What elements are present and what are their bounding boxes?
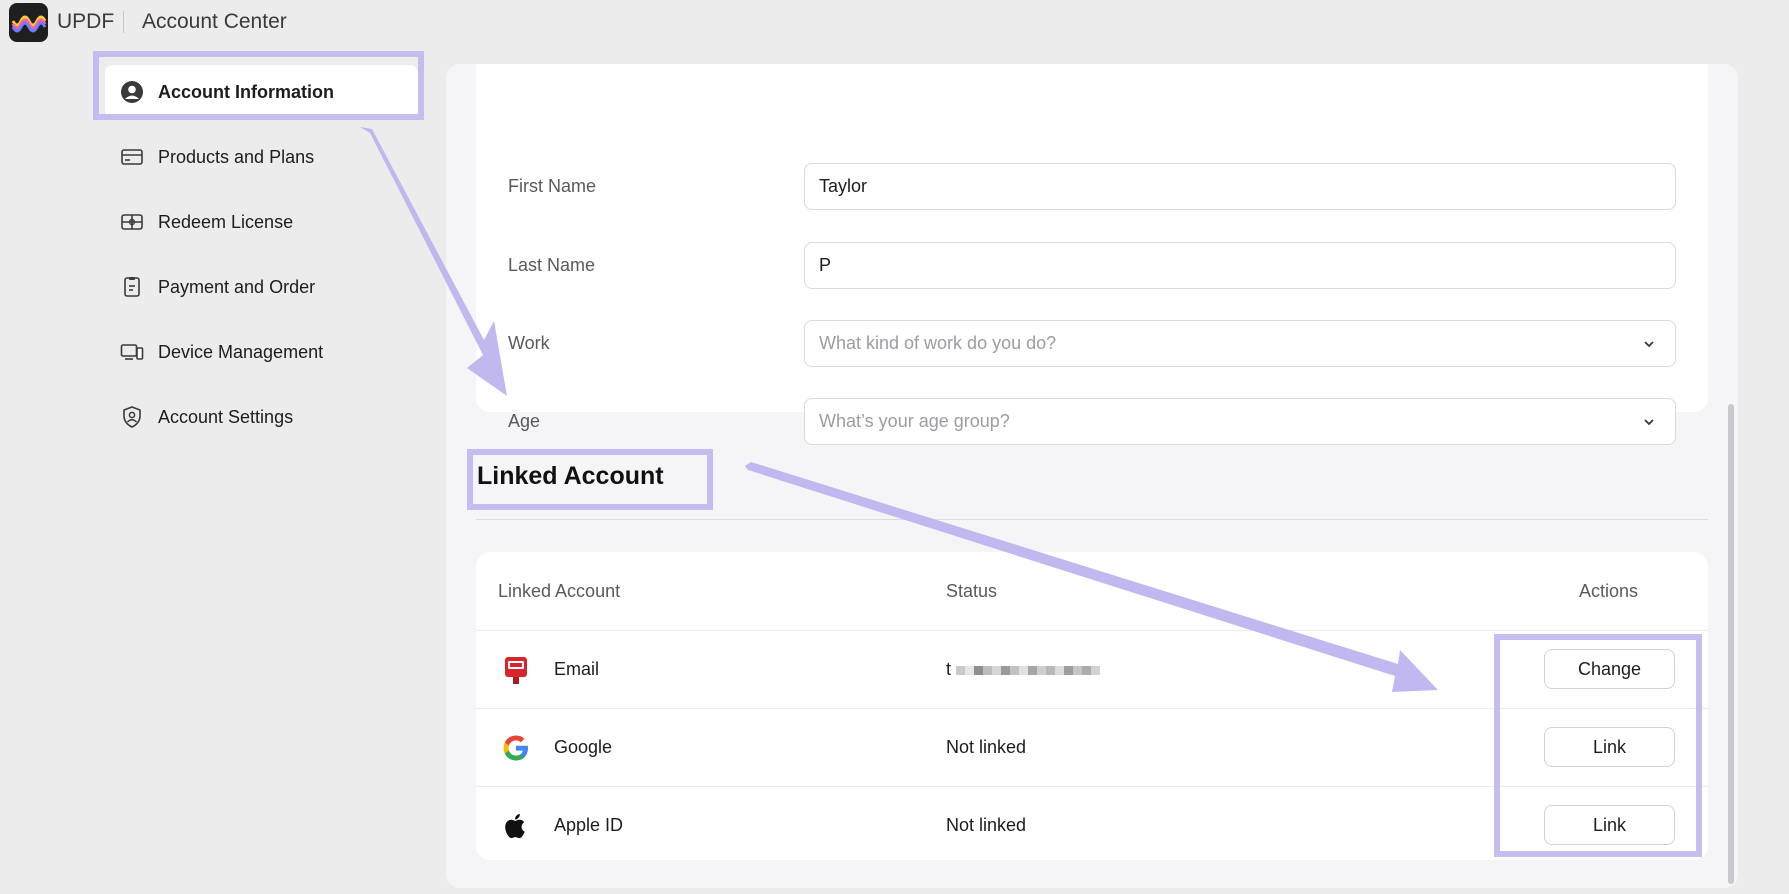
section-divider — [476, 519, 1708, 520]
first-name-label: First Name — [508, 176, 597, 196]
profile-form-card: First Name Taylor Last Name P Work What … — [476, 64, 1708, 445]
column-header-linked-account: Linked Account — [498, 581, 621, 601]
user-circle-icon — [120, 80, 144, 104]
devices-icon — [120, 340, 144, 364]
age-select[interactable]: What’s your age group? — [804, 398, 1676, 445]
sidebar-item-label: Account Settings — [158, 406, 294, 427]
age-label: Age — [508, 411, 541, 431]
table-row-google: Google Not linked Link — [476, 708, 1708, 786]
email-partial: t — [946, 659, 952, 679]
google-icon — [503, 735, 528, 761]
sidebar-item-label: Payment and Order — [158, 276, 316, 297]
account-status: Not linked — [946, 815, 1027, 835]
title-bar: UPDF Account Center — [0, 0, 1789, 46]
work-row: Work What kind of work do you do? — [476, 320, 1708, 368]
sidebar-item-label: Products and Plans — [158, 146, 315, 167]
gift-card-icon — [120, 210, 144, 234]
account-name: Apple ID — [554, 815, 624, 835]
account-name: Google — [554, 737, 613, 757]
work-select-placeholder: What kind of work do you do? — [819, 333, 1057, 353]
sidebar-item-label: Device Management — [158, 341, 324, 362]
mailbox-icon — [505, 657, 527, 684]
apple-icon — [505, 814, 525, 839]
account-status: Not linked — [946, 737, 1027, 757]
redacted-email — [956, 665, 1101, 675]
sidebar-item-device-management[interactable]: Device Management — [105, 325, 418, 379]
linked-account-heading: Linked Account — [477, 462, 664, 490]
age-select-placeholder: What’s your age group? — [819, 411, 1010, 431]
sidebar-item-account-information[interactable]: Account Information — [105, 65, 418, 119]
sidebar-item-products-and-plans[interactable]: Products and Plans — [105, 130, 418, 184]
chevron-down-icon — [1644, 419, 1654, 426]
work-select[interactable]: What kind of work do you do? — [804, 320, 1676, 367]
change-email-button[interactable]: Change — [1544, 649, 1675, 689]
table-row-apple-id: Apple ID Not linked Link — [476, 786, 1708, 864]
age-row: Age What’s your age group? — [476, 398, 1708, 446]
first-name-input[interactable]: Taylor — [804, 163, 1676, 210]
link-apple-id-button[interactable]: Link — [1544, 805, 1675, 845]
account-name: Email — [554, 659, 600, 679]
first-name-row: First Name Taylor — [476, 163, 1708, 211]
user-shield-icon — [120, 405, 144, 429]
sidebar-item-label: Account Information — [158, 81, 334, 102]
credit-card-icon — [120, 145, 144, 169]
linked-accounts-table: Linked Account Status Actions Email t Ch… — [476, 552, 1708, 860]
column-header-actions: Actions — [1579, 581, 1639, 601]
sidebar-item-payment-and-order[interactable]: Payment and Order — [105, 260, 418, 314]
sidebar-item-account-settings[interactable]: Account Settings — [105, 390, 418, 444]
window-title: Account Center — [142, 10, 287, 33]
app-name: UPDF — [57, 10, 115, 33]
sidebar-item-redeem-license[interactable]: Redeem License — [105, 195, 418, 249]
table-row-email: Email t Change — [476, 630, 1708, 708]
last-name-label: Last Name — [508, 255, 596, 275]
last-name-row: Last Name P — [476, 242, 1708, 290]
last-name-input[interactable]: P — [804, 242, 1676, 289]
account-status: t — [946, 659, 1101, 680]
updf-logo-icon — [9, 3, 48, 42]
sidebar-item-label: Redeem License — [158, 211, 294, 232]
chevron-down-icon — [1644, 341, 1654, 348]
title-separator — [123, 11, 124, 33]
column-header-status: Status — [946, 581, 998, 601]
scrollbar[interactable] — [1728, 404, 1734, 884]
link-google-button[interactable]: Link — [1544, 727, 1675, 767]
main-panel: First Name Taylor Last Name P Work What … — [446, 64, 1738, 888]
clipboard-icon — [120, 275, 144, 299]
work-label: Work — [508, 333, 550, 353]
